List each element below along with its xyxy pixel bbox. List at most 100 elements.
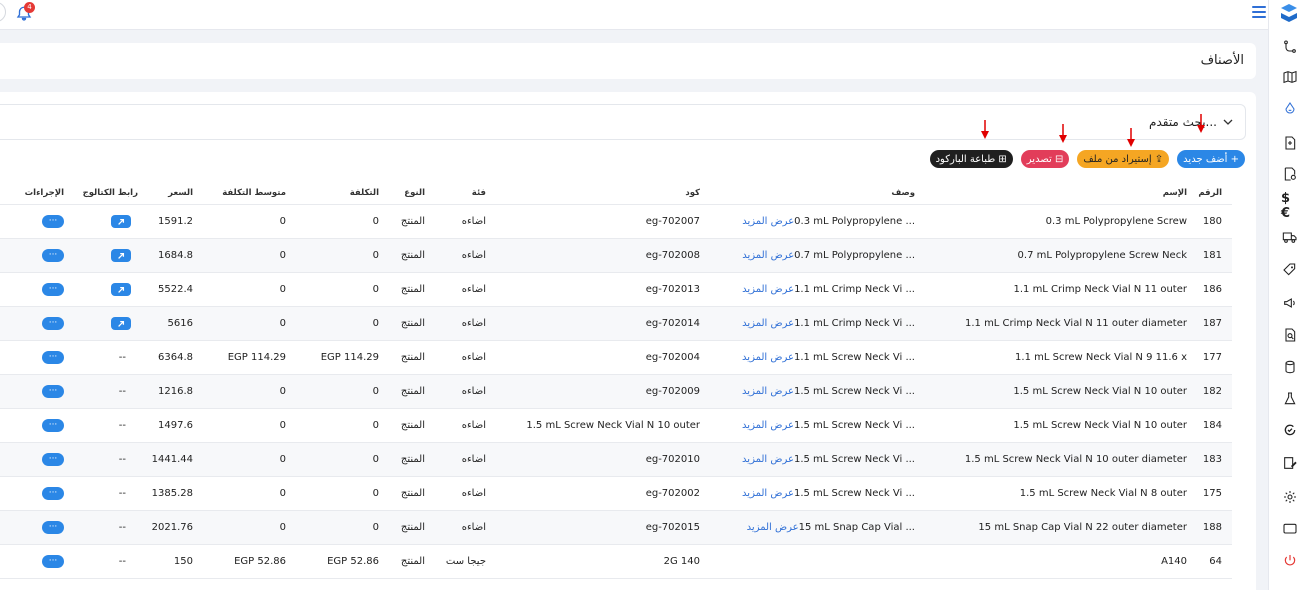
sidebar-item-settings-docs[interactable] bbox=[1281, 165, 1299, 183]
cell-cost: 0 bbox=[372, 284, 379, 295]
notification-bell[interactable]: 4 bbox=[15, 2, 35, 23]
sidebar-item-tags[interactable] bbox=[1281, 261, 1299, 279]
catalog-link-button[interactable] bbox=[111, 283, 131, 296]
sidebar-item-currency[interactable]: $€ bbox=[1281, 191, 1299, 221]
more-link[interactable]: عرض المزيد bbox=[742, 454, 794, 465]
cell-name: 0.7 mL Polypropylene Screw Neck bbox=[1017, 250, 1187, 261]
catalog-link-button[interactable] bbox=[111, 249, 131, 262]
sidebar-item-marketing[interactable] bbox=[1281, 294, 1299, 312]
top-bar: 4 bbox=[0, 0, 1268, 30]
cell-type: المنتج bbox=[400, 352, 425, 363]
more-link[interactable]: عرض المزيد bbox=[742, 488, 794, 499]
row-actions-button[interactable]: ··· bbox=[42, 351, 64, 364]
cell-category: اضاءه bbox=[461, 488, 486, 499]
row-actions-button[interactable]: ··· bbox=[42, 555, 64, 568]
cell-name: 1.5 mL Screw Neck Vial N 10 outer bbox=[1013, 420, 1187, 431]
col-catalog[interactable]: رابط الكتالوج bbox=[78, 182, 138, 204]
catalog-empty: -- bbox=[118, 386, 126, 397]
cell-desc: عرض المزيد 0.3 mL Polypropylene ... bbox=[675, 205, 915, 238]
col-avg-cost[interactable]: متوسط التكلفة bbox=[186, 182, 286, 204]
row-actions-button[interactable]: ··· bbox=[42, 419, 64, 432]
cell-desc-text: 1.1 mL Screw Neck Vi ... bbox=[793, 352, 915, 363]
cell-catalog: -- bbox=[78, 477, 138, 510]
col-code[interactable]: كود bbox=[500, 182, 700, 204]
cell-catalog: -- bbox=[78, 409, 138, 442]
col-type[interactable]: النوع bbox=[375, 182, 425, 204]
sidebar-item-products[interactable] bbox=[1281, 100, 1299, 118]
more-link[interactable]: عرض المزيد bbox=[742, 352, 794, 363]
link-icon bbox=[118, 286, 125, 293]
more-link[interactable]: عرض المزيد bbox=[742, 216, 794, 227]
sidebar-item-settings[interactable] bbox=[1281, 488, 1299, 506]
cell-type: المنتج bbox=[400, 318, 425, 329]
database-icon bbox=[1285, 360, 1295, 374]
sidebar-item-database[interactable] bbox=[1281, 358, 1299, 376]
cell-price: 1591.2 bbox=[158, 216, 193, 227]
row-actions-button[interactable]: ··· bbox=[42, 283, 64, 296]
sidebar-item-display[interactable] bbox=[1281, 520, 1299, 538]
cell-num: 188 bbox=[1202, 522, 1222, 533]
document-gear-icon bbox=[1284, 167, 1296, 181]
sidebar-item-lab[interactable] bbox=[1281, 390, 1299, 408]
flask-icon bbox=[1284, 392, 1296, 405]
row-actions-button[interactable]: ··· bbox=[42, 215, 64, 228]
cell-cost: 0 bbox=[372, 386, 379, 397]
sidebar-item-edit[interactable] bbox=[1281, 454, 1299, 472]
more-link[interactable]: عرض المزيد bbox=[742, 284, 794, 295]
more-link[interactable]: عرض المزيد bbox=[742, 250, 794, 261]
print-barcode-button[interactable]: ⊞ طباعة الباركود bbox=[929, 150, 1013, 168]
cell-type: المنتج bbox=[400, 386, 425, 397]
row-actions-button[interactable]: ··· bbox=[42, 487, 64, 500]
refresh-check-icon bbox=[1284, 424, 1296, 436]
currency-icon: $€ bbox=[1281, 191, 1291, 221]
table-row: 186 1.1 mL Crimp Neck Vial N 11 outer عر… bbox=[0, 272, 1232, 306]
cell-avg-cost: 0 bbox=[279, 522, 286, 533]
col-num[interactable]: الرقم bbox=[1192, 182, 1222, 204]
more-link[interactable]: عرض المزيد bbox=[742, 386, 794, 397]
row-actions-button[interactable]: ··· bbox=[42, 521, 64, 534]
cell-avg-cost: 0 bbox=[279, 250, 286, 261]
sidebar-item-logout[interactable] bbox=[1281, 552, 1299, 570]
user-avatar[interactable] bbox=[0, 2, 6, 22]
import-file-button[interactable]: ⇪ إستيراد من ملف bbox=[1077, 150, 1170, 168]
sidebar-item-map[interactable] bbox=[1281, 68, 1299, 86]
cell-name: 1.5 mL Screw Neck Vial N 10 outer diamet… bbox=[964, 454, 1187, 465]
col-name[interactable]: الإسم bbox=[917, 182, 1187, 204]
cell-code: 2G 140 bbox=[663, 556, 700, 567]
cell-code: eg-702014 bbox=[645, 318, 700, 329]
export-button[interactable]: ⊟ تصدير bbox=[1020, 150, 1070, 168]
add-new-button[interactable]: + أضف جديد bbox=[1177, 150, 1245, 168]
row-actions-button[interactable]: ··· bbox=[42, 385, 64, 398]
advanced-search-text: بحث متقدم... bbox=[1149, 115, 1217, 129]
row-actions-button[interactable]: ··· bbox=[42, 453, 64, 466]
chevron-down-icon bbox=[1223, 119, 1233, 125]
cell-name: A140 bbox=[1161, 556, 1187, 567]
col-price[interactable]: السعر bbox=[133, 182, 193, 204]
col-cost[interactable]: التكلفة bbox=[279, 182, 379, 204]
cell-actions: ··· bbox=[14, 409, 64, 442]
row-actions-button[interactable]: ··· bbox=[42, 317, 64, 330]
cell-code: eg-702004 bbox=[645, 352, 700, 363]
more-link[interactable]: عرض المزيد bbox=[742, 318, 794, 329]
catalog-link-button[interactable] bbox=[111, 215, 131, 228]
cell-num: 187 bbox=[1202, 318, 1222, 329]
sidebar: $€ bbox=[1268, 0, 1309, 590]
row-actions-button[interactable]: ··· bbox=[42, 249, 64, 262]
link-icon bbox=[118, 320, 125, 327]
document-search-icon bbox=[1285, 328, 1296, 342]
cell-num: 175 bbox=[1202, 488, 1222, 499]
menu-toggle-icon[interactable] bbox=[1252, 6, 1266, 18]
col-category[interactable]: فئة bbox=[426, 182, 486, 204]
col-desc[interactable]: وصف bbox=[675, 182, 915, 204]
sidebar-item-shipping[interactable] bbox=[1281, 228, 1299, 246]
more-link[interactable]: عرض المزيد bbox=[742, 420, 794, 431]
cell-category: اضاءه bbox=[461, 318, 486, 329]
sidebar-item-history[interactable] bbox=[1281, 421, 1299, 439]
sidebar-item-branches[interactable] bbox=[1281, 38, 1299, 56]
app-logo[interactable] bbox=[1277, 2, 1301, 26]
more-link[interactable]: عرض المزيد bbox=[747, 522, 799, 533]
sidebar-item-invoices[interactable] bbox=[1281, 134, 1299, 152]
catalog-link-button[interactable] bbox=[111, 317, 131, 330]
sidebar-item-search-docs[interactable] bbox=[1281, 326, 1299, 344]
cell-price: 2021.76 bbox=[151, 522, 193, 533]
